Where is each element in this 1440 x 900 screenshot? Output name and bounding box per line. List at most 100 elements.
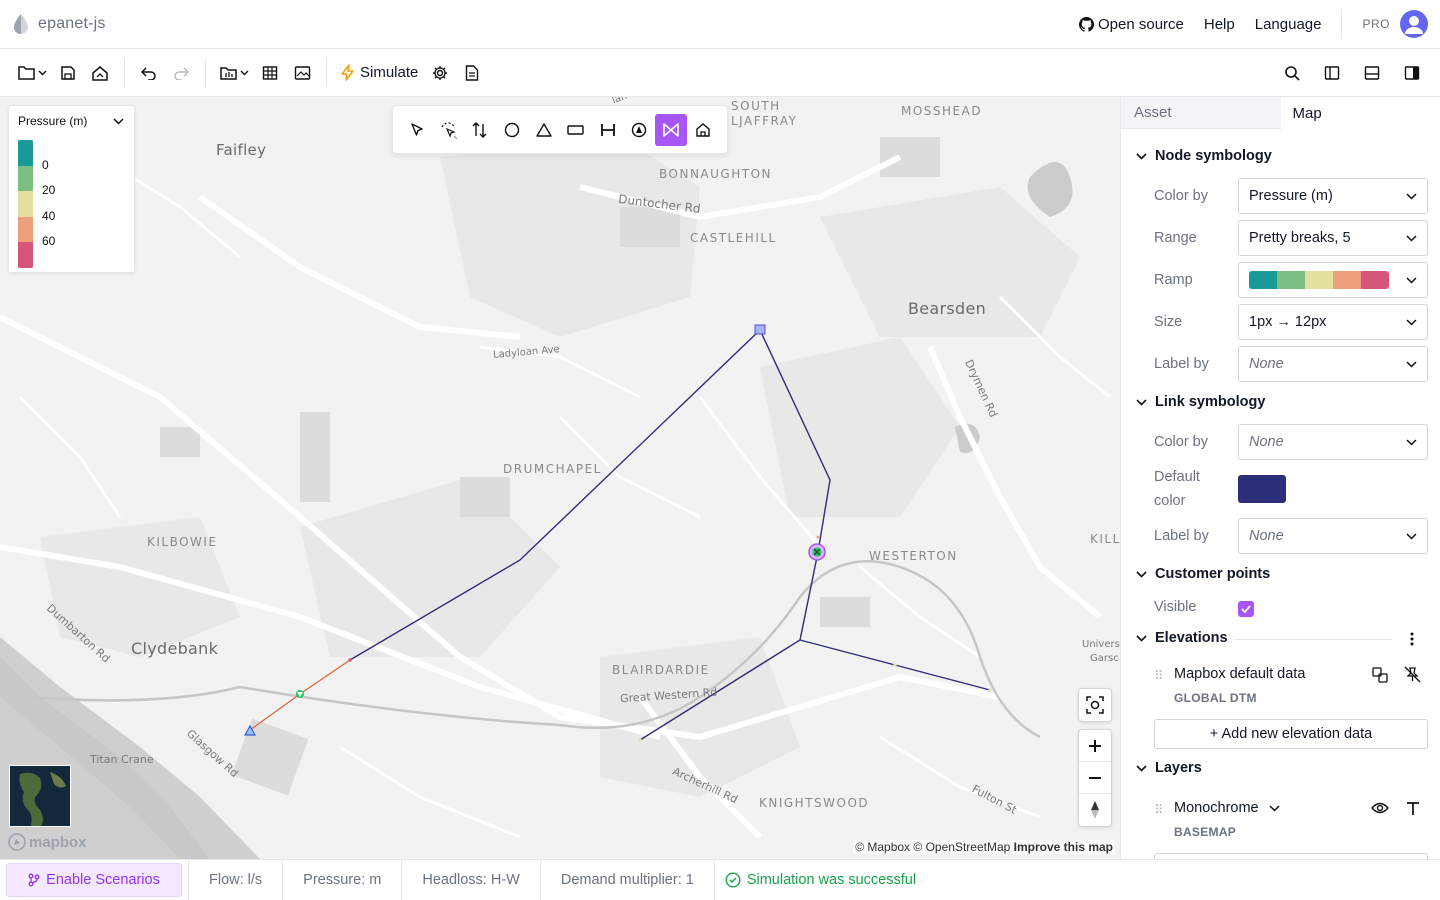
add-pump-tool[interactable]	[624, 114, 656, 146]
select-value: Pressure (m)	[1249, 188, 1333, 204]
node-label-by-select[interactable]: None	[1238, 346, 1428, 382]
pro-badge: PRO	[1362, 17, 1390, 31]
toggle-left-panel-button[interactable]	[1316, 57, 1348, 89]
drag-handle-icon[interactable]: ⠿	[1154, 803, 1163, 816]
more-vertical-icon[interactable]	[1410, 632, 1414, 646]
default-link-color-swatch[interactable]	[1238, 475, 1286, 503]
main-toolbar: Simulate	[0, 49, 1440, 97]
layers-header[interactable]: Layers	[1136, 760, 1202, 776]
add-valve-tool[interactable]	[655, 113, 688, 146]
app-name: epanet-js	[38, 15, 106, 32]
link-color-by-select[interactable]: None	[1238, 424, 1428, 460]
compass-button[interactable]	[1079, 794, 1111, 826]
mapbox-logo-text: mapbox	[29, 833, 87, 851]
help-link[interactable]: Help	[1204, 16, 1235, 33]
chevron-down-icon	[1406, 360, 1417, 368]
bottom-panel-icon	[1364, 65, 1380, 80]
language-menu[interactable]: Language	[1255, 16, 1322, 33]
add-junction-tool[interactable]	[496, 114, 528, 146]
drag-handle-icon[interactable]: ⠿	[1154, 669, 1163, 682]
pin-off-icon[interactable]	[1404, 666, 1421, 683]
locate-button[interactable]	[1078, 688, 1112, 722]
customer-points-visible-checkbox[interactable]	[1238, 601, 1254, 617]
add-customer-point-tool[interactable]	[687, 114, 719, 146]
elevations-header[interactable]: Elevations	[1136, 630, 1228, 646]
tab-map[interactable]: Map	[1280, 97, 1440, 129]
demand-multiplier[interactable]: Demand multiplier: 1	[539, 859, 714, 900]
node-color-by-select[interactable]: Pressure (m)	[1238, 178, 1428, 214]
pump-icon	[632, 122, 647, 137]
save-button[interactable]	[52, 57, 84, 89]
add-pipe-tool[interactable]	[592, 114, 624, 146]
report-button[interactable]	[456, 57, 488, 89]
zoom-in-button[interactable]	[1079, 730, 1111, 762]
node-size-label: Size	[1154, 314, 1183, 330]
headloss-formula[interactable]: Headloss: H-W	[401, 859, 540, 900]
search-button[interactable]	[1276, 57, 1308, 89]
redo-button[interactable]	[165, 57, 197, 89]
toggle-right-panel-button[interactable]	[1396, 57, 1428, 89]
map-label-south: SOUTH	[731, 99, 781, 113]
map-canvas[interactable]: lan Faifley SOUTH LJAFFRAY MOSSHEAD BONN…	[0, 97, 1120, 859]
enable-scenarios-button[interactable]: Enable Scenarios	[6, 863, 182, 897]
open-file-menu[interactable]	[12, 57, 52, 89]
node-ramp-select[interactable]	[1238, 262, 1428, 298]
reservoir-triangle-icon	[536, 122, 552, 137]
add-reservoir-tool[interactable]	[528, 114, 560, 146]
simulation-settings-button[interactable]	[424, 57, 456, 89]
toolbar-separator	[326, 58, 327, 87]
convert-icon[interactable]	[1372, 667, 1388, 683]
app-logo[interactable]: epanet-js	[12, 13, 106, 35]
toggle-bottom-panel-button[interactable]	[1356, 57, 1388, 89]
arrows-vertical-icon	[472, 121, 487, 138]
add-elevation-data-button[interactable]: + Add new elevation data	[1154, 719, 1428, 749]
undo-button[interactable]	[133, 57, 165, 89]
link-color-by-label: Color by	[1154, 434, 1208, 450]
map-label-titan-crane: Titan Crane	[90, 753, 154, 766]
select-tool[interactable]	[401, 114, 433, 146]
select-value: None	[1249, 434, 1284, 450]
reconnect-tool[interactable]	[465, 114, 497, 146]
git-branch-icon	[28, 873, 40, 887]
elevation-source-title: Mapbox default data	[1174, 666, 1306, 682]
eye-icon[interactable]	[1371, 802, 1389, 814]
user-avatar[interactable]	[1400, 10, 1428, 38]
map-layers-icon	[294, 65, 310, 80]
zoom-out-button[interactable]	[1079, 762, 1111, 794]
link-symbology-header[interactable]: Link symbology	[1136, 394, 1265, 410]
lasso-select-tool[interactable]	[433, 114, 465, 146]
import-menu[interactable]	[214, 57, 254, 89]
node-range-select[interactable]: Pretty breaks, 5	[1238, 220, 1428, 256]
link-label-by-select[interactable]: None	[1238, 518, 1428, 554]
text-icon[interactable]	[1406, 801, 1420, 815]
node-size-select[interactable]: 1px → 12px	[1238, 304, 1428, 340]
check-icon	[1241, 605, 1251, 613]
open-source-label: Open source	[1097, 15, 1184, 33]
chevron-down-icon	[1406, 532, 1417, 540]
simulate-button[interactable]: Simulate	[335, 64, 424, 81]
minimap-globe[interactable]	[9, 765, 71, 827]
tab-asset[interactable]: Asset	[1121, 97, 1281, 129]
layers-button[interactable]	[286, 57, 318, 89]
improve-map-link[interactable]: Improve this map	[1014, 840, 1113, 854]
open-source-link[interactable]: Open source	[1078, 15, 1184, 33]
attribution-osm-link[interactable]: © OpenStreetMap	[913, 840, 1010, 854]
add-tank-tool[interactable]	[560, 114, 592, 146]
node-symbology-header[interactable]: Node symbology	[1136, 148, 1272, 164]
pressure-units[interactable]: Pressure: m	[282, 859, 401, 900]
legend-header[interactable]: Pressure (m)	[9, 106, 134, 128]
save-as-button[interactable]	[84, 57, 116, 89]
cloud-save-icon	[92, 65, 108, 81]
default-color-label: Default	[1154, 469, 1200, 485]
select-value: None	[1249, 356, 1284, 372]
select-value: 1px → 12px	[1249, 314, 1327, 330]
ramp-preview-segment	[1305, 271, 1333, 289]
table-button[interactable]	[254, 57, 286, 89]
attribution-mapbox-link[interactable]: © Mapbox	[855, 840, 910, 854]
flow-units[interactable]: Flow: l/s	[188, 859, 282, 900]
map-label-drumchapel: DRUMCHAPEL	[503, 462, 602, 476]
chevron-down-icon	[113, 117, 124, 125]
basemap-subtitle: BASEMAP	[1174, 825, 1237, 839]
customer-points-header[interactable]: Customer points	[1136, 566, 1270, 582]
basemap-select[interactable]: Monochrome	[1174, 800, 1280, 816]
